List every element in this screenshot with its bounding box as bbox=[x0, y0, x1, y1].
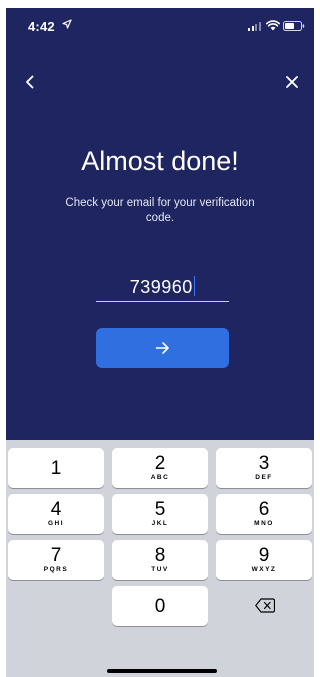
status-time: 4:42 bbox=[28, 19, 55, 34]
key-digit: 1 bbox=[50, 458, 62, 479]
key-letters: ABC bbox=[150, 474, 170, 481]
key-letters: PQRS bbox=[43, 566, 69, 573]
key-3[interactable]: 3 DEF bbox=[216, 448, 312, 488]
key-digit: 6 bbox=[258, 499, 270, 520]
key-2[interactable]: 2 ABC bbox=[112, 448, 208, 488]
key-letters: MNO bbox=[254, 520, 274, 527]
key-digit: 2 bbox=[154, 453, 166, 474]
instruction-text: Check your email for your verification c… bbox=[65, 197, 255, 224]
delete-key[interactable] bbox=[217, 586, 313, 626]
backspace-icon bbox=[255, 598, 275, 613]
arrow-right-icon bbox=[155, 342, 169, 354]
numeric-keypad: 1 2 ABC 3 DEF 4 GHI 5 JKL 6 MNO 7 PQRS 8… bbox=[6, 440, 314, 677]
verification-code-value: 739960 bbox=[129, 277, 193, 297]
key-letters: TUV bbox=[151, 566, 169, 573]
key-letters: JKL bbox=[151, 520, 169, 527]
wifi-icon bbox=[266, 20, 280, 31]
verification-code-input[interactable]: 739960 bbox=[96, 274, 229, 302]
close-button[interactable] bbox=[280, 70, 304, 94]
key-digit: 9 bbox=[258, 545, 270, 566]
back-button[interactable] bbox=[18, 70, 42, 94]
status-bar: 4:42 bbox=[6, 8, 314, 42]
key-digit: 5 bbox=[154, 499, 166, 520]
home-indicator[interactable] bbox=[107, 669, 217, 673]
key-digit: 3 bbox=[258, 453, 270, 474]
key-8[interactable]: 8 TUV bbox=[112, 540, 208, 580]
chevron-left-icon bbox=[26, 75, 34, 89]
key-6[interactable]: 6 MNO bbox=[216, 494, 312, 534]
page-title: Almost done! bbox=[81, 146, 239, 176]
key-digit: 7 bbox=[50, 545, 62, 566]
key-9[interactable]: 9 WXYZ bbox=[216, 540, 312, 580]
location-arrow-icon bbox=[62, 19, 72, 29]
cellular-signal-icon bbox=[248, 22, 262, 31]
close-icon bbox=[286, 76, 298, 88]
key-digit: 8 bbox=[154, 545, 166, 566]
battery-icon bbox=[283, 21, 305, 31]
key-7[interactable]: 7 PQRS bbox=[8, 540, 104, 580]
key-0[interactable]: 0 bbox=[112, 586, 208, 626]
key-letters: DEF bbox=[255, 474, 273, 481]
text-caret bbox=[193, 276, 196, 296]
key-5[interactable]: 5 JKL bbox=[112, 494, 208, 534]
key-letters: GHI bbox=[47, 520, 65, 527]
key-1[interactable]: 1 bbox=[8, 448, 104, 488]
key-letters: WXYZ bbox=[251, 566, 277, 573]
submit-button[interactable] bbox=[96, 328, 229, 368]
key-digit: 4 bbox=[50, 499, 62, 520]
key-4[interactable]: 4 GHI bbox=[8, 494, 104, 534]
verification-screen: 4:42 Almost done! Check your email for y… bbox=[6, 8, 314, 677]
key-digit: 0 bbox=[154, 596, 166, 617]
